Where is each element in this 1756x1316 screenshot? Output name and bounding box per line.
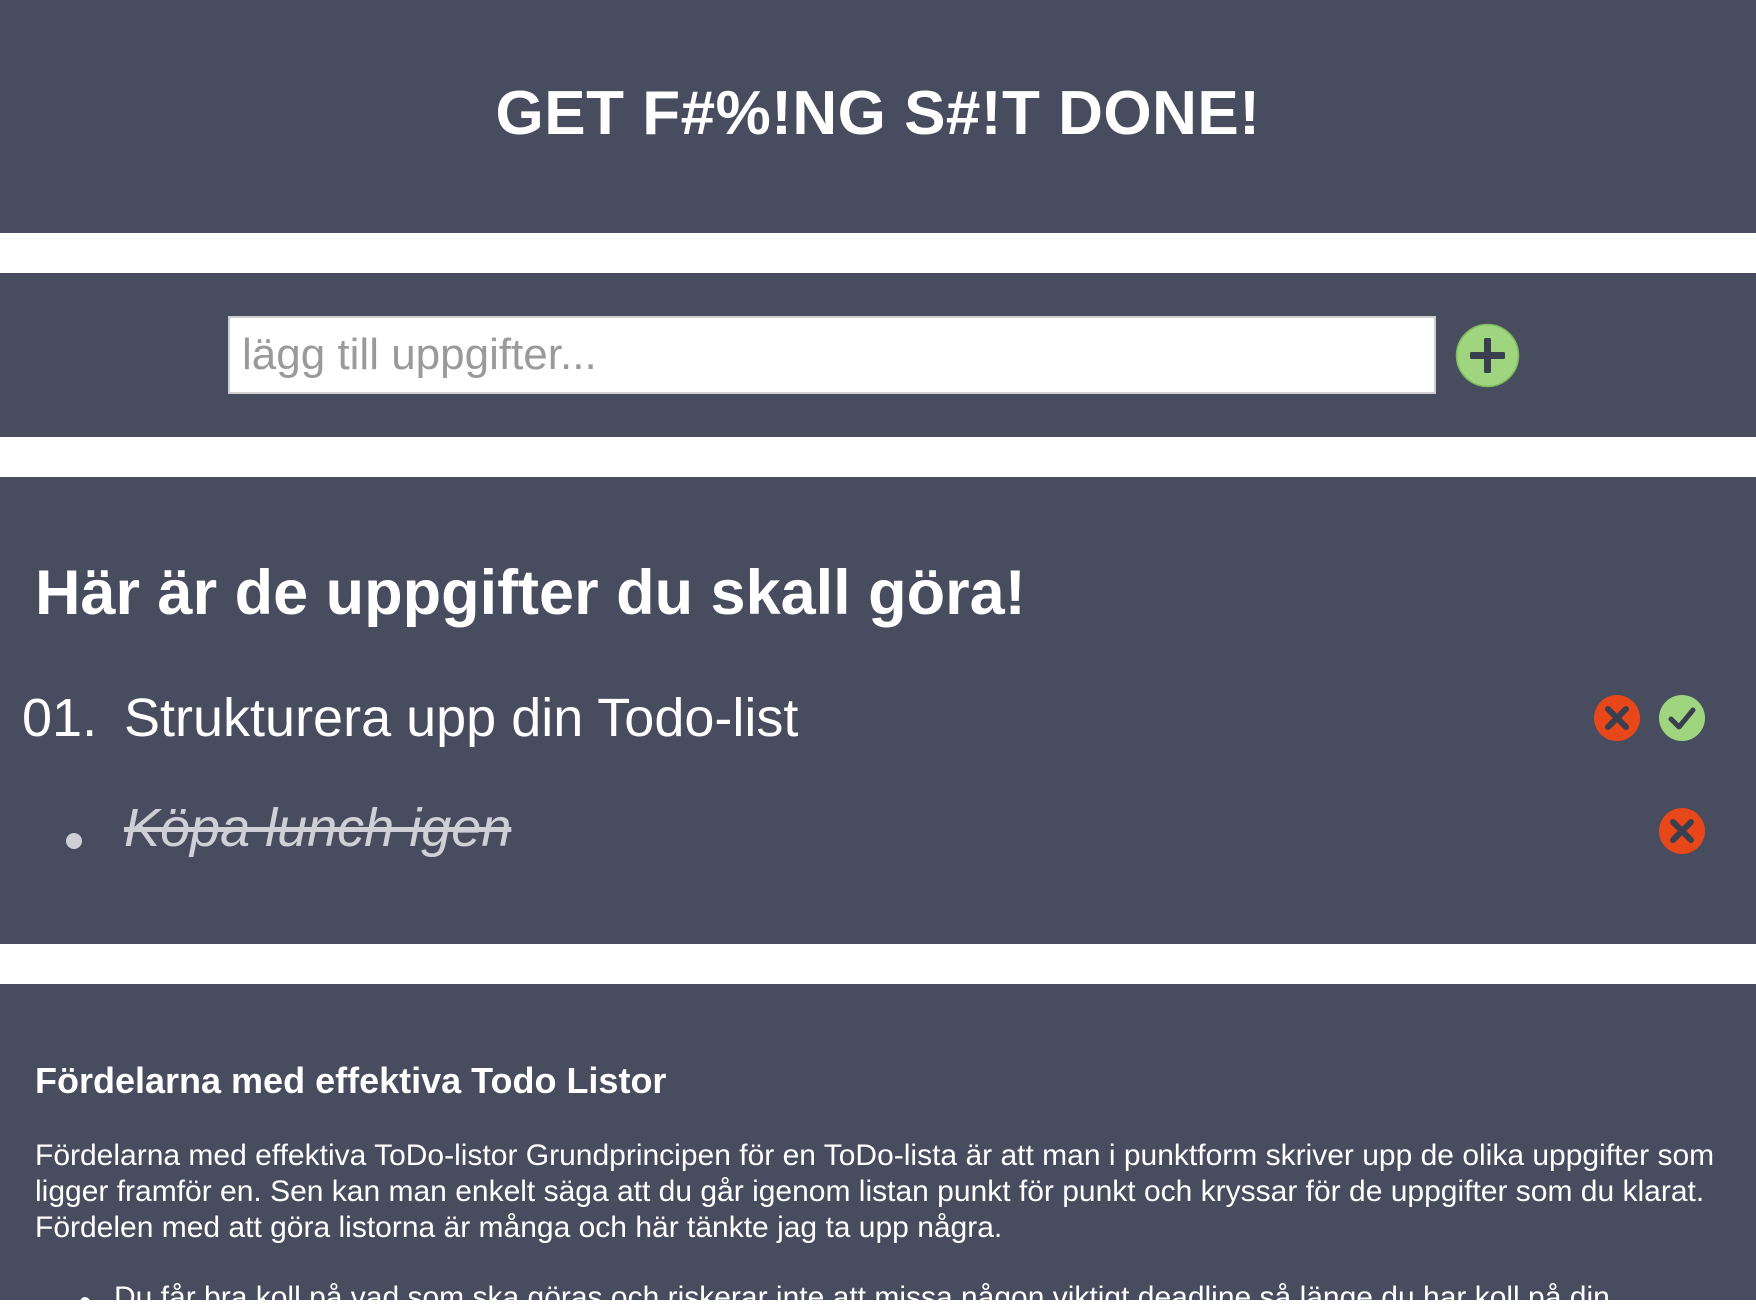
app-title: GET F#%!NG S#!T DONE!	[495, 79, 1261, 148]
info-heading: Fördelarna med effektiva Todo Listor	[35, 1060, 667, 1101]
task-number: 01.	[22, 688, 98, 748]
task-item-completed: Köpa lunch igen	[0, 797, 1756, 877]
delete-task-button[interactable]	[1593, 694, 1641, 742]
add-task-bar	[0, 273, 1756, 437]
check-icon	[1659, 695, 1705, 741]
task-list-heading: Här är de uppgifter du skall göra!	[35, 558, 1026, 628]
delete-icon	[1659, 808, 1705, 854]
info-list-item: Du får bra koll på vad som ska göras och…	[114, 1281, 1610, 1314]
add-task-button[interactable]	[1455, 323, 1520, 388]
info-section: Fördelarna med effektiva Todo Listor För…	[0, 984, 1756, 1314]
plus-circle-icon	[1455, 323, 1520, 388]
bullet-icon	[66, 833, 82, 849]
delete-task-button[interactable]	[1658, 807, 1706, 855]
complete-task-button[interactable]	[1658, 694, 1706, 742]
task-input[interactable]	[228, 316, 1436, 394]
task-item: 01. Strukturera upp din Todo-list	[0, 687, 1756, 757]
task-text: Köpa lunch igen	[124, 798, 512, 858]
info-paragraph: Fördelarna med effektiva ToDo-listor Gru…	[35, 1139, 1715, 1244]
task-text: Strukturera upp din Todo-list	[124, 688, 799, 748]
delete-icon	[1594, 695, 1640, 741]
task-list-section: Här är de uppgifter du skall göra! 01. S…	[0, 477, 1756, 944]
app-header: GET F#%!NG S#!T DONE!	[0, 0, 1756, 233]
bullet-icon	[80, 1297, 90, 1307]
